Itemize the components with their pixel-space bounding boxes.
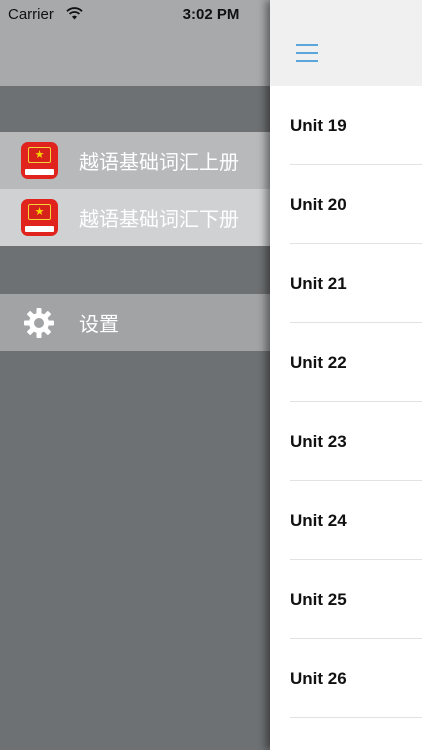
gear-icon bbox=[24, 307, 54, 338]
drawer-item-settings[interactable]: 设置 bbox=[0, 294, 270, 351]
vietnam-flag-icon: ★ bbox=[28, 147, 51, 163]
book-app-icon: ★ bbox=[21, 142, 58, 179]
hamburger-menu-icon[interactable] bbox=[296, 44, 318, 62]
unit-label: Unit 23 bbox=[290, 431, 347, 451]
unit-row[interactable]: Unit 21 bbox=[270, 244, 422, 323]
drawer-item-book-vol1[interactable]: ★ 越语基础词汇上册 bbox=[0, 132, 270, 189]
unit-label: Unit 26 bbox=[290, 668, 347, 688]
unit-label: Unit 25 bbox=[290, 589, 347, 609]
drawer-item-label: 越语基础词汇上册 bbox=[79, 152, 239, 174]
unit-row[interactable]: Unit 25 bbox=[270, 560, 422, 639]
unit-label: Unit 20 bbox=[290, 194, 347, 214]
unit-label: Unit 24 bbox=[290, 510, 347, 530]
unit-row[interactable]: Unit 20 bbox=[270, 165, 422, 244]
unit-list: Unit 19 Unit 20 Unit 21 Unit 22 Unit 23 … bbox=[270, 86, 422, 718]
icon-label-strip bbox=[25, 169, 54, 175]
drawer-item-label: 设置 bbox=[79, 314, 119, 336]
vietnam-flag-icon: ★ bbox=[28, 204, 51, 220]
unit-row[interactable]: Unit 26 bbox=[270, 639, 422, 718]
unit-label: Unit 19 bbox=[290, 115, 347, 135]
main-content-panel[interactable]: Unit 19 Unit 20 Unit 21 Unit 22 Unit 23 … bbox=[270, 0, 422, 750]
icon-label-strip bbox=[25, 226, 54, 232]
drawer-item-label: 越语基础词汇下册 bbox=[79, 209, 239, 231]
unit-row[interactable]: Unit 19 bbox=[270, 86, 422, 165]
navigation-bar bbox=[270, 0, 422, 86]
book-app-icon: ★ bbox=[21, 199, 58, 236]
unit-row[interactable]: Unit 22 bbox=[270, 323, 422, 402]
drawer-item-book-vol2[interactable]: ★ 越语基础词汇下册 bbox=[0, 189, 270, 246]
unit-label: Unit 22 bbox=[290, 352, 347, 372]
unit-label: Unit 21 bbox=[290, 273, 347, 293]
unit-row[interactable]: Unit 23 bbox=[270, 402, 422, 481]
unit-row[interactable]: Unit 24 bbox=[270, 481, 422, 560]
